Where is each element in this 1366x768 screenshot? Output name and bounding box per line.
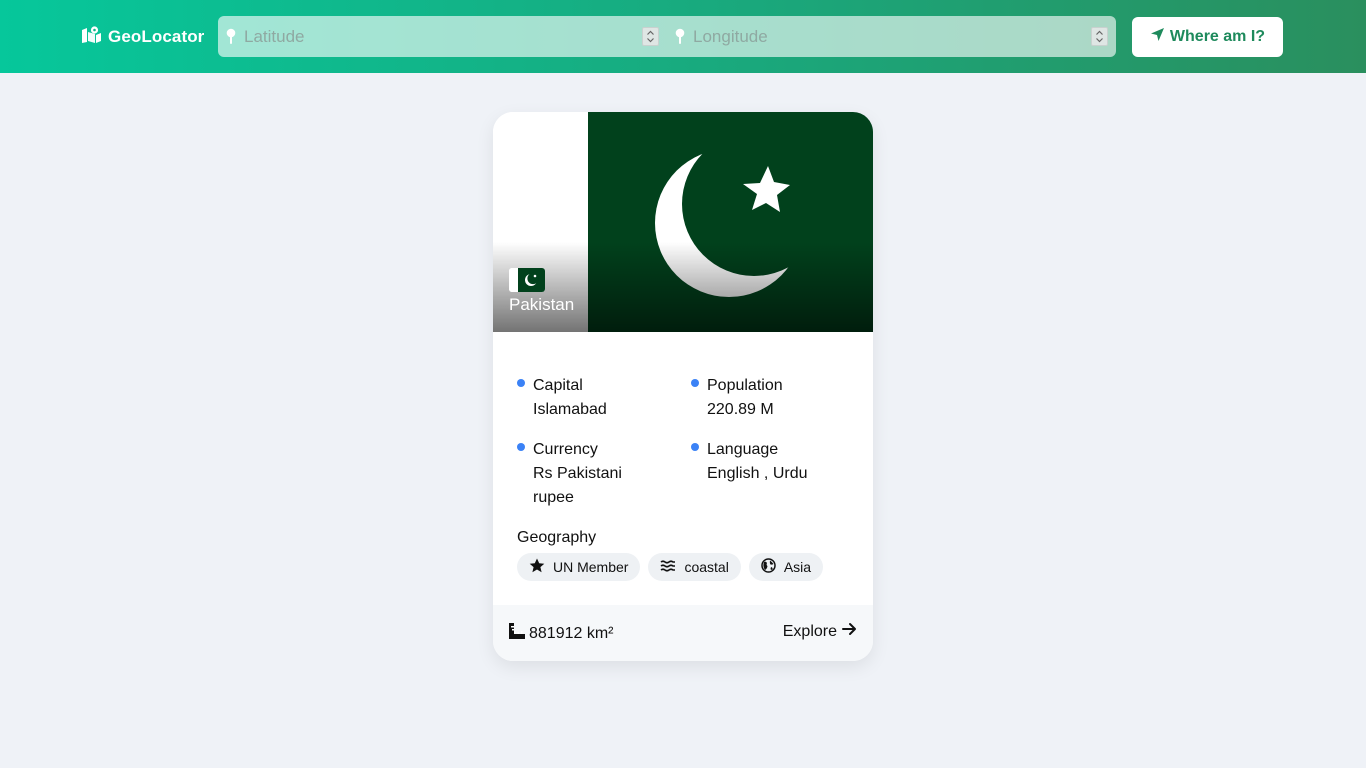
- fact-language: Language English , Urdu: [691, 438, 857, 486]
- map-pin-icon: [675, 28, 685, 50]
- fact-value: English , Urdu: [707, 465, 808, 482]
- where-am-i-label: Where am I?: [1169, 28, 1266, 45]
- fact-value: Rs Pakistani rupee: [533, 465, 622, 506]
- latitude-field: [218, 16, 667, 57]
- tag-label: Asia: [783, 559, 812, 575]
- fact-label: Population: [707, 377, 783, 394]
- bullet-icon: [517, 443, 525, 451]
- fact-capital: Capital Islamabad: [517, 374, 683, 422]
- globe-icon: [761, 558, 776, 576]
- tag-asia: Asia: [748, 553, 824, 581]
- top-navbar: GeoLocator Latitude Longitude Where am I…: [0, 0, 1366, 73]
- pakistan-flag-icon: [509, 268, 545, 292]
- country-area: 881912 km²: [509, 623, 614, 644]
- star-icon: [529, 558, 545, 576]
- flag-gradient-overlay: [493, 242, 873, 332]
- latitude-input[interactable]: [218, 16, 667, 57]
- location-arrow-icon: [1150, 27, 1165, 47]
- tag-label: UN Member: [553, 559, 629, 575]
- geography-tags: UN Member coastal Asia: [517, 553, 824, 581]
- geography-title: Geography: [517, 529, 597, 546]
- longitude-input[interactable]: [667, 16, 1116, 57]
- country-name: Pakistan: [509, 295, 575, 314]
- country-card: Pakistan Capital Islamabad Population 22…: [493, 112, 873, 661]
- tag-label: coastal: [684, 559, 729, 575]
- brand-name: GeoLocator: [108, 27, 205, 46]
- explore-link[interactable]: Explore: [783, 622, 857, 641]
- fact-label: Currency: [533, 441, 598, 458]
- fact-population: Population 220.89 M: [691, 374, 857, 422]
- ruler-icon: [509, 623, 525, 644]
- tag-coastal: coastal: [648, 553, 741, 581]
- map-location-icon: [82, 26, 101, 48]
- card-footer: 881912 km² Explore: [493, 605, 873, 661]
- longitude-field: [667, 16, 1116, 57]
- coordinate-search: [218, 16, 1116, 57]
- bullet-icon: [691, 443, 699, 451]
- fact-currency: Currency Rs Pakistani rupee: [517, 438, 643, 510]
- explore-label: Explore: [782, 622, 837, 640]
- map-pin-icon: [226, 28, 236, 50]
- tag-un-member: UN Member: [517, 553, 641, 581]
- country-flag-image: Pakistan: [493, 112, 873, 332]
- area-value: 881912 km²: [529, 624, 614, 642]
- where-am-i-button[interactable]: Where am I?: [1132, 17, 1283, 57]
- fact-value: Islamabad: [533, 401, 607, 418]
- fact-label: Capital: [533, 377, 583, 394]
- fact-label: Language: [707, 441, 779, 458]
- fact-value: 220.89 M: [707, 401, 774, 418]
- longitude-spinner[interactable]: [1091, 27, 1108, 46]
- bullet-icon: [691, 379, 699, 387]
- bullet-icon: [517, 379, 525, 387]
- brand[interactable]: GeoLocator: [82, 25, 204, 49]
- water-icon: [660, 559, 676, 575]
- arrow-right-icon: [842, 622, 857, 641]
- latitude-spinner[interactable]: [642, 27, 659, 46]
